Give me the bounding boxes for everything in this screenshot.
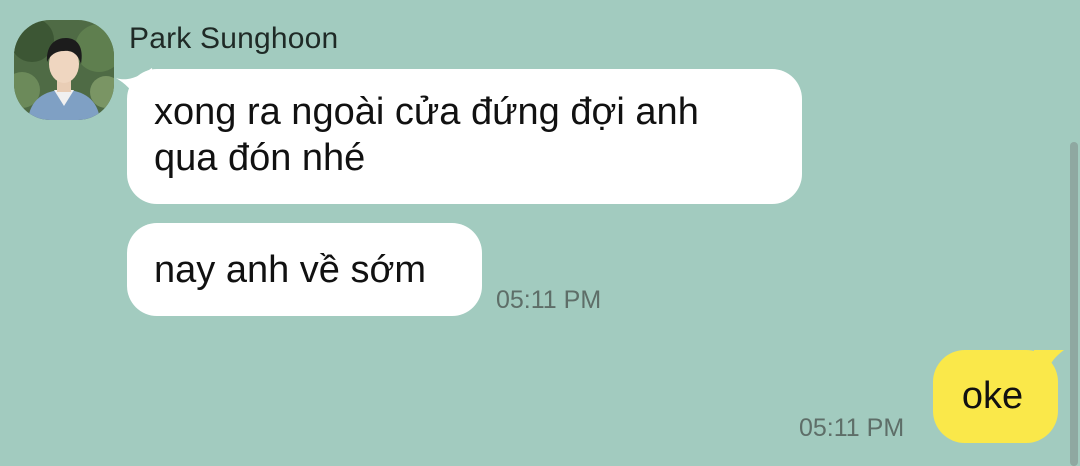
scrollbar[interactable] [1070,142,1078,466]
message-text: oke [961,375,1024,417]
outgoing-message-bubble[interactable]: oke [933,350,1058,443]
message-text-line: xong ra ngoài cửa đứng đợi anh [154,91,699,133]
incoming-message-bubble[interactable]: nay anh về sớm [127,223,482,316]
sender-avatar[interactable] [14,20,114,120]
message-timestamp: 05:11 PM [799,414,905,442]
profile-photo-icon [14,20,114,120]
incoming-message-bubble[interactable]: xong ra ngoài cửa đứng đợi anh qua đón n… [127,69,802,204]
sender-name: Park Sunghoon [129,22,339,55]
message-text-line: qua đón nhé [154,137,366,179]
message-text: nay anh về sớm [154,249,427,291]
message-timestamp: 05:11 PM [496,286,602,314]
